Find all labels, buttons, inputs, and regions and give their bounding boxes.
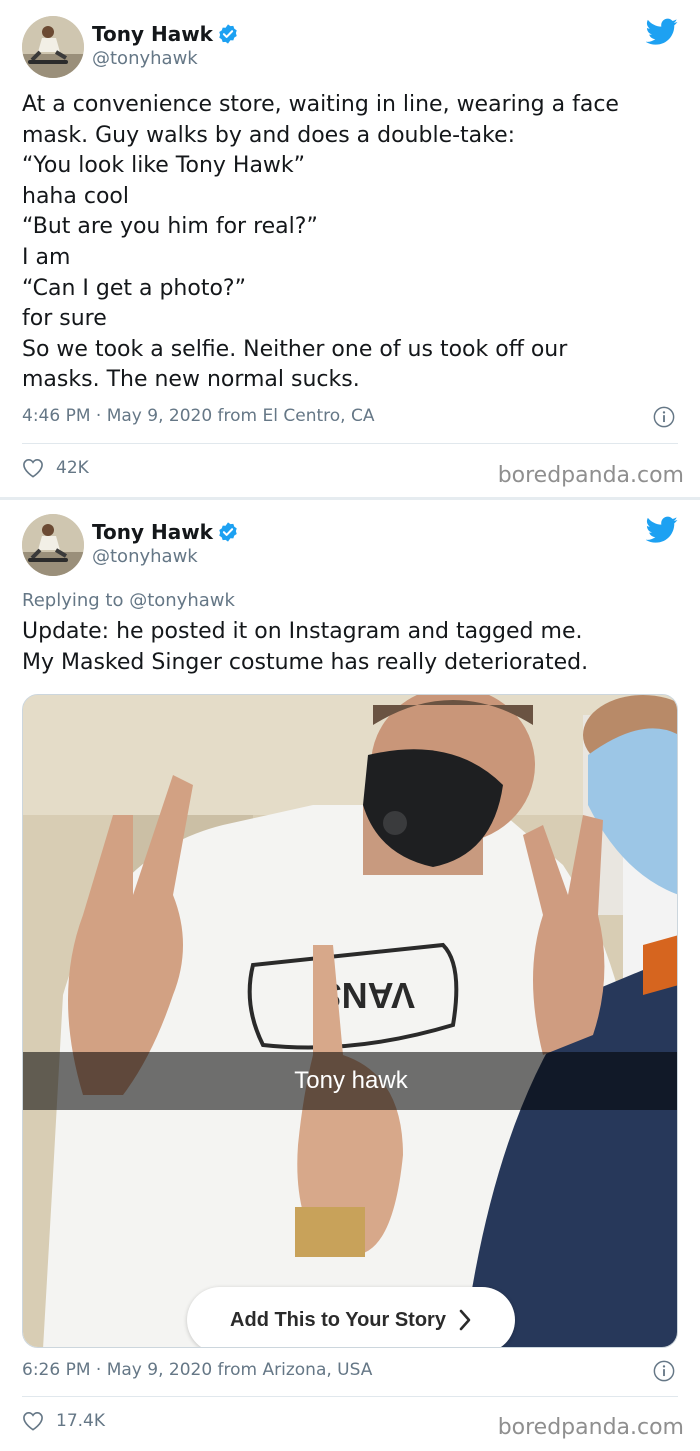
info-icon[interactable] [653, 1360, 675, 1382]
tweet-card-2: Tony Hawk @tonyhawk Replying to @tonyhaw… [0, 500, 700, 1451]
chevron-right-icon [459, 1309, 471, 1331]
tweet-line: Update: he posted it on Instagram and ta… [22, 619, 583, 644]
verified-badge-icon [219, 24, 237, 44]
display-name-text[interactable]: Tony Hawk [92, 520, 213, 544]
tweet-line: My Masked Singer costume has really dete… [22, 649, 589, 675]
replying-to[interactable]: Replying to @tonyhawk [22, 590, 235, 611]
caption-bar: Tony hawk [23, 1052, 677, 1110]
timestamp-location[interactable]: 6:26 PM · May 9, 2020 from Arizona, USA [22, 1360, 372, 1380]
display-name[interactable]: Tony Hawk [92, 520, 239, 544]
like-count: 17.4K [56, 1411, 105, 1431]
watermark: boredpanda.com [497, 1415, 684, 1440]
heart-icon[interactable] [22, 1411, 44, 1431]
divider [22, 1396, 678, 1397]
tweet-text: Update: he posted it on Instagram and ta… [22, 617, 682, 678]
like-action[interactable]: 42K [22, 458, 89, 478]
watermark: boredpanda.com [497, 463, 684, 488]
tweet-line: I am [22, 244, 71, 270]
like-count: 42K [56, 458, 89, 478]
avatar[interactable] [22, 16, 84, 78]
avatar[interactable] [22, 514, 84, 576]
tweet-line: haha cool [22, 183, 129, 209]
heart-icon[interactable] [22, 458, 44, 478]
timestamp-location[interactable]: 4:46 PM · May 9, 2020 from El Centro, CA [22, 406, 374, 426]
tweet-photo[interactable]: VANS Tony hawk Add This to Your Story [22, 694, 678, 1348]
tweet-card-1: Tony Hawk @tonyhawk At a convenience sto… [0, 0, 700, 497]
tweet-line: “Can I get a photo?” [22, 275, 246, 301]
info-icon[interactable] [653, 406, 675, 428]
display-name-text[interactable]: Tony Hawk [92, 22, 213, 46]
add-to-story-label: Add This to Your Story [230, 1308, 446, 1331]
handle[interactable]: @tonyhawk [92, 48, 198, 69]
caption-text: Tony hawk [294, 1067, 408, 1094]
like-action[interactable]: 17.4K [22, 1411, 105, 1431]
twitter-bird-icon[interactable] [646, 516, 678, 544]
tweet-line: “But are you him for real?” [22, 214, 318, 240]
handle[interactable]: @tonyhawk [92, 546, 198, 567]
tweet-text: At a convenience store, waiting in line,… [22, 90, 682, 396]
selfie-image: VANS [23, 695, 677, 1347]
tweet-line: mask. Guy walks by and does a double-tak… [22, 122, 516, 148]
add-to-story-button[interactable]: Add This to Your Story [187, 1287, 515, 1347]
tweet-line: At a convenience store, waiting in line,… [22, 92, 619, 117]
verified-badge-icon [219, 522, 237, 542]
twitter-bird-icon[interactable] [646, 18, 678, 46]
divider [22, 443, 678, 444]
tweet-line: “You look like Tony Hawk” [22, 153, 306, 179]
tweet-line: for sure [22, 306, 107, 332]
display-name[interactable]: Tony Hawk [92, 22, 239, 46]
tweet-line: So we took a selfie. Neither one of us t… [22, 336, 568, 362]
tweet-line: masks. The new normal sucks. [22, 367, 360, 393]
